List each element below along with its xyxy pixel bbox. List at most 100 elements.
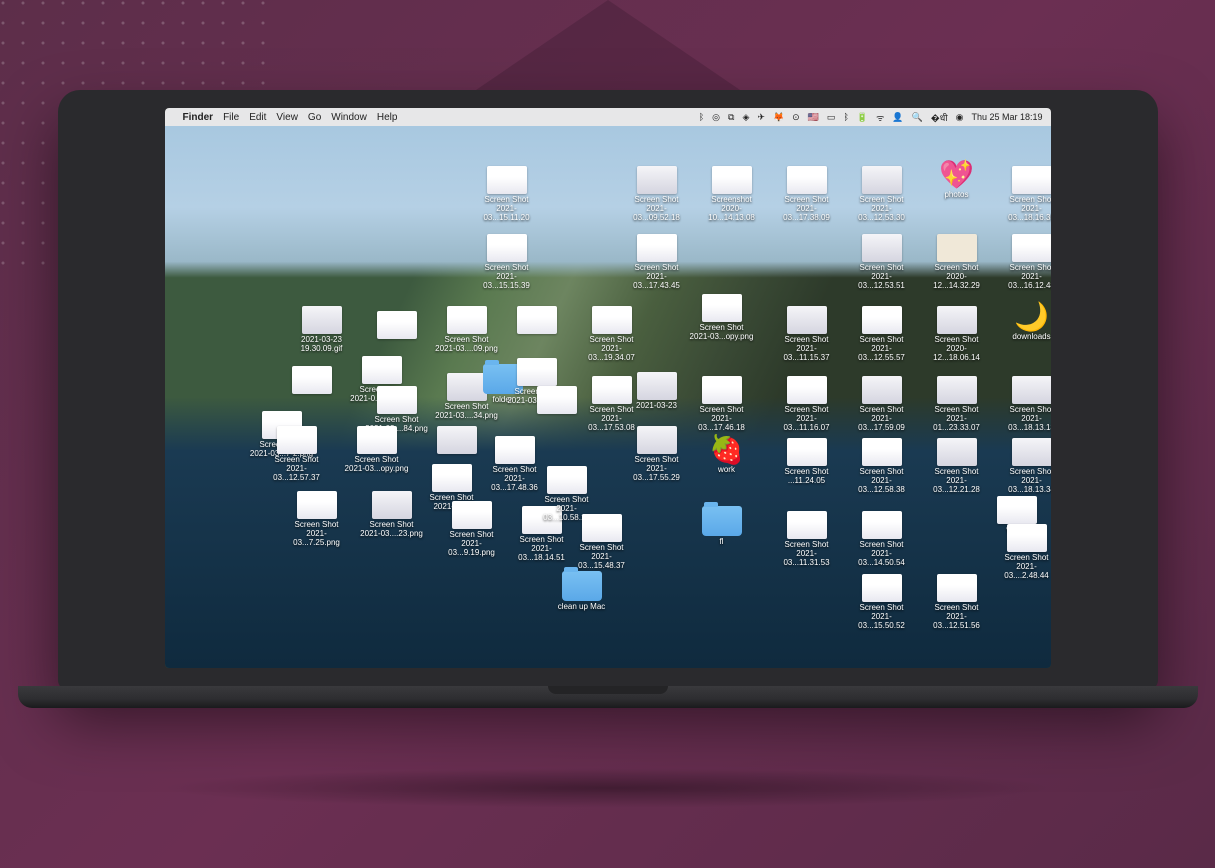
screenshot-thumb-icon bbox=[302, 306, 342, 334]
desktop-file[interactable]: 2021-03-2319.30.09.gif bbox=[290, 306, 354, 354]
desktop-file[interactable]: Screen Shot2021-03...09.52.18 bbox=[625, 166, 689, 222]
control-icon[interactable]: ⊙ bbox=[792, 112, 800, 123]
menubar-item-edit[interactable]: Edit bbox=[249, 112, 266, 123]
desktop-file[interactable]: Screen Shot2021-03...17.38.09 bbox=[775, 166, 839, 222]
firefox-icon[interactable]: 🦊 bbox=[773, 112, 784, 123]
desktop-icon-grid: Screen Shot2021-03...15.11.20 Screen Shot… bbox=[165, 126, 1051, 668]
menu-extra-icon[interactable]: ◎ bbox=[712, 112, 720, 123]
menubar-item-help[interactable]: Help bbox=[377, 112, 398, 123]
desktop-file[interactable]: 2021-03-23 bbox=[625, 372, 689, 411]
screenshot-thumb-icon bbox=[1012, 438, 1051, 466]
desktop-file[interactable]: Screen Shot2021-03...9.19.png bbox=[440, 501, 504, 557]
screenshot-thumb-icon bbox=[537, 386, 577, 414]
desktop-file[interactable]: Screen Shot2021-03...17.59.09 bbox=[850, 376, 914, 432]
file-label: Screen Shot2021-03...opy.png bbox=[345, 456, 409, 474]
desktop-file[interactable]: Screen Shot2021-03....09.png bbox=[435, 306, 499, 354]
desktop-file[interactable]: Screen Shot2021-03...11.15.37 bbox=[775, 306, 839, 362]
desktop-file[interactable]: Screen Shot2020-12...18.06.14 bbox=[925, 306, 989, 362]
file-label: Screen Shot2021-03...12.58.38 bbox=[850, 468, 914, 494]
screenshot-thumb-icon bbox=[862, 574, 902, 602]
file-label: Screen Shot2021-03...12.55.57 bbox=[850, 336, 914, 362]
laptop-shadow bbox=[158, 768, 1058, 808]
desktop-file[interactable]: Screen Shot2021-03...12.55.57 bbox=[850, 306, 914, 362]
emoji-folder-icon: 🌙 bbox=[1012, 301, 1051, 331]
desktop-file[interactable]: Screen Shot2021-03...18.16.35 bbox=[1000, 166, 1051, 222]
desktop-file[interactable] bbox=[505, 306, 569, 336]
desktop-file[interactable]: Screen Shot2021-03...opy.png bbox=[690, 294, 754, 342]
desktop-file[interactable] bbox=[280, 366, 344, 396]
bluetooth-icon[interactable]: ᛒ bbox=[843, 112, 848, 122]
search-icon[interactable]: 🔍 bbox=[912, 112, 923, 123]
control-center-icon[interactable]: �धी bbox=[931, 111, 948, 124]
desktop-file[interactable]: Screen Shot2021-03...7.25.png bbox=[285, 491, 349, 547]
file-label: Screen Shot2021-03...15.48.37 bbox=[570, 544, 634, 570]
desktop-file[interactable] bbox=[365, 311, 429, 341]
display-icon[interactable]: ▭ bbox=[827, 112, 836, 123]
desktop-file[interactable]: Screen Shot2021-03...12.21.28 bbox=[925, 438, 989, 494]
wifi-icon[interactable]: ᯤ bbox=[876, 111, 884, 124]
desktop-file[interactable]: Screen Shot2021-03....23.png bbox=[360, 491, 424, 539]
desktop-file[interactable]: Screen Shot2021-03...11.16.07 bbox=[775, 376, 839, 432]
desktop-file[interactable]: Screen Shot...11.24.05 bbox=[775, 438, 839, 486]
desktop-file[interactable]: Screen Shot2021-03...12.53.30 bbox=[850, 166, 914, 222]
screenshot-thumb-icon bbox=[787, 306, 827, 334]
screenshot-thumb-icon bbox=[1007, 524, 1047, 552]
desktop-file[interactable]: 🌙downloads bbox=[1000, 301, 1051, 342]
desktop-file[interactable]: 💖photos bbox=[925, 159, 989, 200]
desktop-file[interactable]: Screen Shot2021-03...12.51.56 bbox=[925, 574, 989, 630]
messenger-icon[interactable]: ◈ bbox=[742, 112, 749, 123]
screenshot-thumb-icon bbox=[787, 438, 827, 466]
laptop-base bbox=[18, 686, 1198, 708]
desktop-file[interactable]: Screen Shot2021-01...23.33.07 bbox=[925, 376, 989, 432]
desktop-file[interactable]: Screen Shot2021-03...15.15.39 bbox=[475, 234, 539, 290]
file-label: Screenshot2020-10...14.13.08 bbox=[700, 196, 764, 222]
desktop-file[interactable]: Screen Shot2021-03...15.48.37 bbox=[570, 514, 634, 570]
desktop-file[interactable]: Screen Shot2021-03...11.31.53 bbox=[775, 511, 839, 567]
desktop-file[interactable] bbox=[425, 426, 489, 456]
battery-icon[interactable]: 🔋 bbox=[857, 112, 868, 123]
desktop-file[interactable]: Screen Shot2021-03....2.48.44 bbox=[995, 524, 1051, 580]
screenshot-thumb-icon bbox=[862, 306, 902, 334]
desktop-folder[interactable]: clean up Mac bbox=[550, 571, 614, 612]
screenshot-thumb-icon bbox=[937, 574, 977, 602]
menubar-item-go[interactable]: Go bbox=[308, 112, 321, 123]
file-label: Screen Shot2021-03...opy.png bbox=[690, 324, 754, 342]
desktop-wallpaper[interactable]: Screen Shot2021-03...15.11.20 Screen Shot… bbox=[165, 126, 1051, 668]
menubar-item-file[interactable]: File bbox=[223, 112, 239, 123]
desktop-file[interactable]: Screen Shot2021-03...17.43.45 bbox=[625, 234, 689, 290]
desktop-file[interactable]: Screenshot2020-10...14.13.08 bbox=[700, 166, 764, 222]
menubar-item-view[interactable]: View bbox=[276, 112, 298, 123]
desktop-file[interactable]: Screen Shot2021-03...18.13.34 bbox=[1000, 438, 1051, 494]
desktop-file[interactable]: Screen Shot2021-03...19.34.07 bbox=[580, 306, 644, 362]
desktop-file[interactable]: Screen Shot2021-03...12.58.38 bbox=[850, 438, 914, 494]
screenshot-thumb-icon bbox=[637, 426, 677, 454]
desktop-file[interactable]: Screen Shot2021-03...15.11.20 bbox=[475, 166, 539, 222]
menu-extra-icon[interactable]: ⧉ bbox=[728, 112, 734, 123]
desktop-folder[interactable]: fl bbox=[690, 506, 754, 547]
file-label: Screen Shot2021-03...09.52.18 bbox=[625, 196, 689, 222]
file-label: Screen Shot2021-03...18.14.51 bbox=[510, 536, 574, 562]
file-label: Screen Shot2021-03...15.11.20 bbox=[475, 196, 539, 222]
desktop-file[interactable]: Screen Shot2021-03...18.13.13 bbox=[1000, 376, 1051, 432]
desktop-file[interactable]: Screen Shot2021-03...opy.png bbox=[345, 426, 409, 474]
file-label: Screen Shot2021-03...7.25.png bbox=[285, 521, 349, 547]
desktop-file[interactable]: Screen Shot2021-03...15.50.52 bbox=[850, 574, 914, 630]
desktop-file[interactable]: 🍓work bbox=[695, 434, 759, 475]
siri-icon[interactable]: ◉ bbox=[956, 112, 964, 123]
menubar-app-name[interactable]: Finder bbox=[183, 112, 214, 123]
desktop-file[interactable]: Screen Shot2021-03...14.50.54 bbox=[850, 511, 914, 567]
desktop-file[interactable]: Screen Shot2021-03...12.57.37 bbox=[265, 426, 329, 482]
telegram-icon[interactable]: ✈ bbox=[757, 112, 765, 123]
desktop-file[interactable]: Screen Shot2020-12...14.32.29 bbox=[925, 234, 989, 290]
flag-icon[interactable]: 🇺🇸 bbox=[808, 112, 819, 123]
menubar-item-window[interactable]: Window bbox=[331, 112, 367, 123]
desktop-file[interactable]: Screen Shot2021-03...16.12.48 bbox=[1000, 234, 1051, 290]
screenshot-thumb-icon bbox=[862, 376, 902, 404]
user-icon[interactable]: 👤 bbox=[892, 112, 903, 123]
desktop-file[interactable]: Screen Shot2021-03...17.55.29 bbox=[625, 426, 689, 482]
bluetooth-icon[interactable]: ᛒ bbox=[699, 112, 704, 122]
desktop-file[interactable]: Screen Shot2021-03...12.53.51 bbox=[850, 234, 914, 290]
menubar-clock[interactable]: Thu 25 Mar 18:19 bbox=[971, 112, 1042, 122]
screenshot-thumb-icon bbox=[582, 514, 622, 542]
desktop-file[interactable]: Screen Shot2021-03...17.46.18 bbox=[690, 376, 754, 432]
